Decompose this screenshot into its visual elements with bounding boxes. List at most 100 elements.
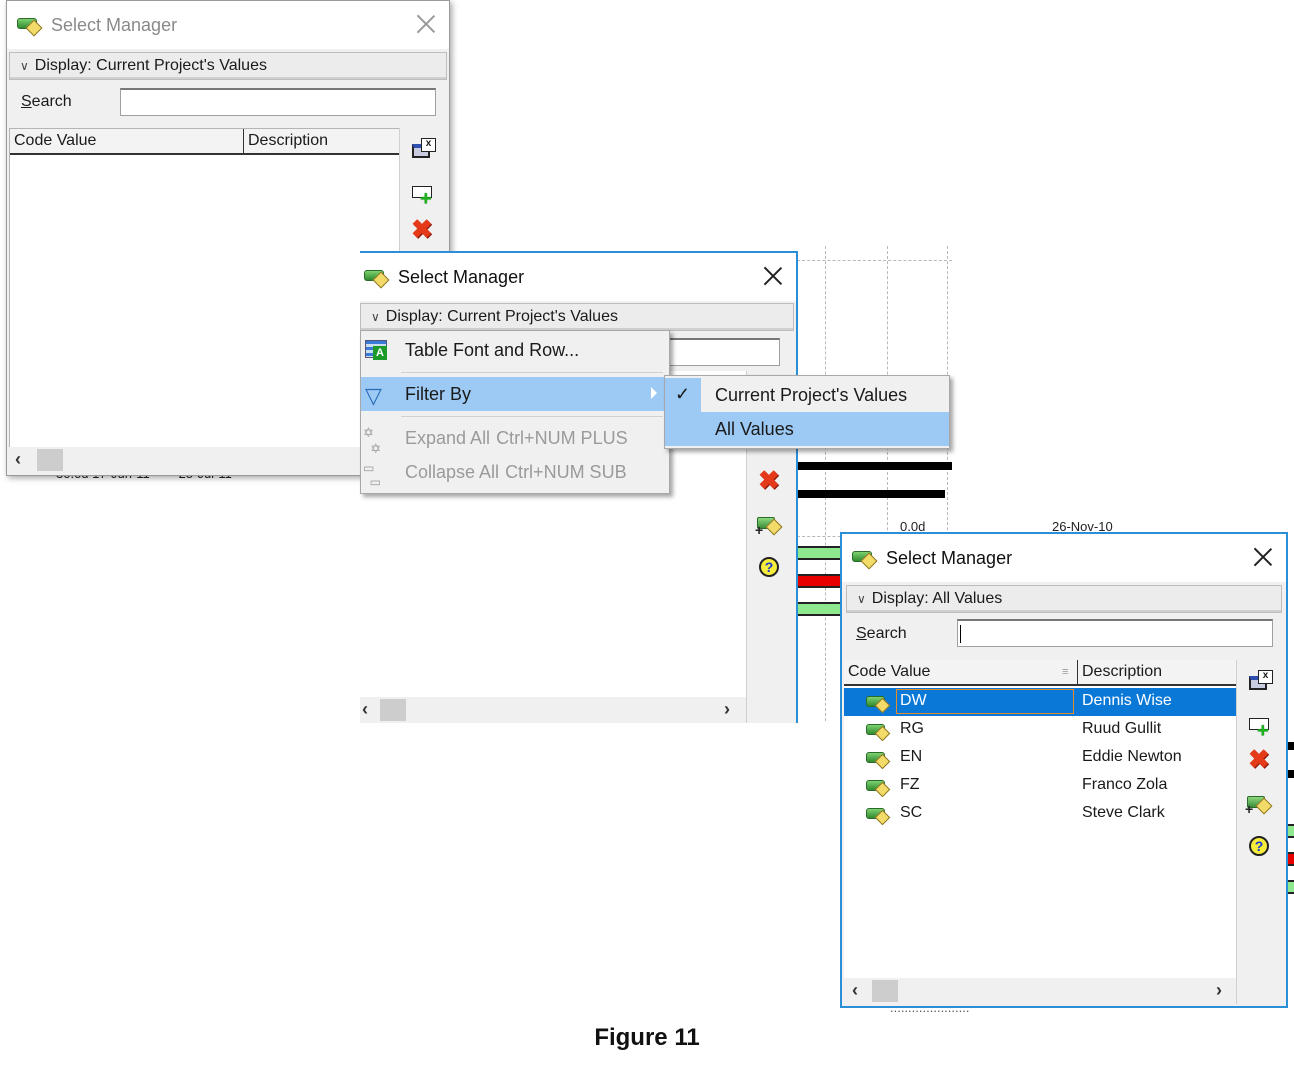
cell-description: Dennis Wise xyxy=(1082,692,1172,709)
manager-code-icon xyxy=(866,694,892,714)
search-label: Search xyxy=(21,93,72,110)
close-button[interactable] xyxy=(413,11,439,37)
filter-submenu: ✓ Current Project's Values All Values xyxy=(664,375,950,449)
table-row[interactable]: SC Steve Clark xyxy=(844,800,1236,828)
activity-bar xyxy=(797,546,842,560)
code-value-table: Code Value Description xyxy=(9,128,401,448)
submenu-item-current-projects-values[interactable]: ✓ Current Project's Values xyxy=(665,378,949,412)
horizontal-scrollbar[interactable]: ‹ xyxy=(9,447,399,471)
chevron-down-icon: ∨ xyxy=(857,592,866,606)
help-icon[interactable]: ? xyxy=(1247,834,1273,860)
close-button[interactable] xyxy=(760,263,786,289)
display-filter-bar[interactable]: ∨ Display: Current Project's Values xyxy=(360,303,794,331)
text-cursor xyxy=(960,625,961,643)
delete-icon[interactable]: ✖ xyxy=(410,214,436,244)
cell-code-value: FZ xyxy=(900,776,920,793)
select-manager-dialog-3: Select Manager ∨ Display: All Values Sea… xyxy=(840,532,1288,1008)
figure-caption: Figure 11 xyxy=(594,1024,700,1051)
display-label: Display: Current Project's Values xyxy=(385,308,618,325)
table-body: DW Dennis Wise RG Ruud Gullit EN Eddie Newton… xyxy=(844,688,1236,978)
dialog-title: Select Manager xyxy=(886,547,1013,568)
context-menu: A Table Font and Row... ▽ Filter By ✡ ✡ … xyxy=(360,330,670,494)
collapse-icon: ▭ ▭ xyxy=(363,461,382,489)
scroll-thumb[interactable] xyxy=(37,449,63,471)
table-row[interactable]: DW Dennis Wise xyxy=(844,688,1236,716)
assign-code-icon[interactable]: + xyxy=(755,513,783,539)
column-header-code-value[interactable]: Code Value ≡ xyxy=(844,660,1078,686)
activity-bar xyxy=(797,602,842,616)
critical-activity-bar xyxy=(797,574,842,588)
title-bar[interactable]: Select Manager xyxy=(360,253,796,301)
cell-description: Steve Clark xyxy=(1082,804,1165,821)
scroll-thumb[interactable] xyxy=(872,980,898,1002)
summary-bar xyxy=(797,490,945,498)
manager-code-icon xyxy=(866,750,892,770)
code-value-table: Code Value ≡ Description DW Dennis Wise RG… xyxy=(844,660,1236,982)
menu-item-expand-all[interactable]: ✡ ✡ Expand All Ctrl+NUM PLUS xyxy=(361,421,669,456)
dialog-title: Select Manager xyxy=(51,14,178,35)
table-row[interactable]: EN Eddie Newton xyxy=(844,744,1236,772)
scroll-left-arrow[interactable]: ‹ xyxy=(362,699,368,720)
checkmark-icon: ✓ xyxy=(675,384,691,404)
manager-code-icon xyxy=(866,806,892,826)
scroll-right-arrow[interactable]: › xyxy=(1216,980,1222,1001)
side-toolbar: x + ✖ + ? xyxy=(1236,660,1285,1004)
horizontal-scrollbar[interactable]: ‹ › xyxy=(360,697,746,721)
column-header-description[interactable]: Description xyxy=(244,129,400,155)
filter-icon: ▽ xyxy=(365,383,382,408)
horizontal-scrollbar[interactable]: ‹ › xyxy=(844,978,1236,1002)
manager-code-icon xyxy=(17,15,43,37)
chevron-down-icon: ∨ xyxy=(20,59,29,73)
search-input[interactable] xyxy=(957,619,1273,647)
delete-icon[interactable]: ✖ xyxy=(1247,744,1273,774)
search-label: Search xyxy=(856,625,907,642)
column-header-code-value[interactable]: Code Value xyxy=(10,129,244,155)
chevron-down-icon: ∨ xyxy=(371,310,380,324)
dialog-title: Select Manager xyxy=(398,266,525,287)
cell-code-value: RG xyxy=(900,720,924,737)
submenu-item-all-values[interactable]: All Values xyxy=(665,412,949,446)
scroll-left-arrow[interactable]: ‹ xyxy=(15,449,21,470)
cell-code-value: DW xyxy=(900,692,927,709)
submenu-arrow-icon xyxy=(651,387,657,399)
column-header-description[interactable]: Description xyxy=(1078,660,1236,686)
search-input[interactable] xyxy=(120,88,436,116)
add-icon[interactable]: + xyxy=(410,182,436,209)
scroll-right-arrow[interactable]: › xyxy=(724,699,730,720)
menu-item-filter-by[interactable]: ▽ Filter By xyxy=(361,377,669,411)
sort-icon: ≡ xyxy=(1062,666,1069,678)
help-icon[interactable]: ? xyxy=(757,555,783,581)
display-label: Display: All Values xyxy=(871,590,1003,607)
manager-code-icon xyxy=(866,722,892,742)
cell-description: Franco Zola xyxy=(1082,776,1168,793)
title-bar[interactable]: Select Manager xyxy=(7,1,449,49)
detach-window-icon[interactable]: x xyxy=(410,138,436,164)
table-row[interactable]: FZ Franco Zola xyxy=(844,772,1236,800)
cell-code-value: SC xyxy=(900,804,923,821)
menu-item-table-font-and-row[interactable]: A Table Font and Row... xyxy=(361,333,669,367)
detach-window-icon[interactable]: x xyxy=(1247,670,1273,696)
table-font-icon: A xyxy=(365,340,387,360)
manager-code-icon xyxy=(866,778,892,798)
scroll-thumb[interactable] xyxy=(380,699,406,721)
expand-icon: ✡ ✡ xyxy=(363,425,382,456)
add-icon[interactable]: + xyxy=(1247,714,1273,741)
cell-description: Eddie Newton xyxy=(1082,748,1182,765)
manager-code-icon xyxy=(852,548,878,570)
manager-code-icon xyxy=(364,267,390,289)
table-row[interactable]: RG Ruud Gullit xyxy=(844,716,1236,744)
gantt-edge xyxy=(1288,520,1294,900)
assign-code-icon[interactable]: + xyxy=(1245,792,1273,818)
delete-icon[interactable]: ✖ xyxy=(757,465,783,495)
cell-description: Ruud Gullit xyxy=(1082,720,1162,737)
cell-code-value: EN xyxy=(900,748,923,765)
title-bar[interactable]: Select Manager xyxy=(842,534,1286,582)
summary-bar xyxy=(797,462,952,470)
display-filter-bar[interactable]: ∨ Display: All Values xyxy=(846,585,1282,613)
scroll-left-arrow[interactable]: ‹ xyxy=(852,980,858,1001)
close-button[interactable] xyxy=(1250,544,1276,570)
display-label: Display: Current Project's Values xyxy=(34,57,267,74)
search-input[interactable] xyxy=(668,338,780,366)
display-filter-bar[interactable]: ∨ Display: Current Project's Values xyxy=(9,52,447,80)
menu-item-collapse-all[interactable]: ▭ ▭ Collapse All Ctrl+NUM SUB xyxy=(361,455,669,489)
